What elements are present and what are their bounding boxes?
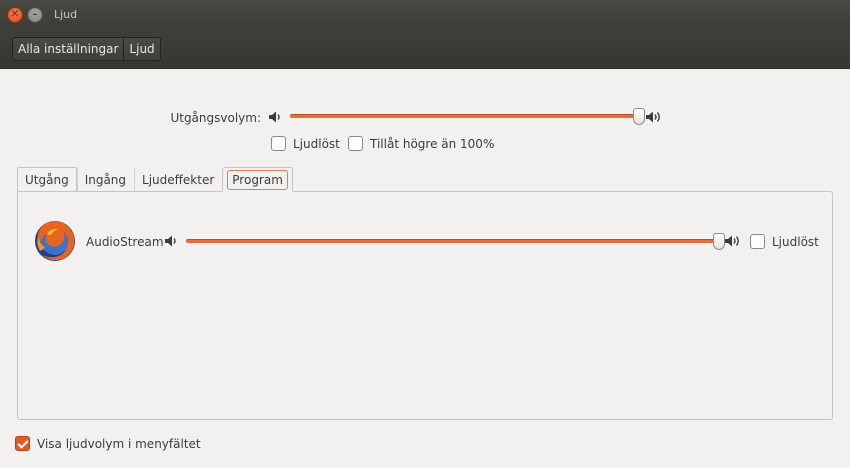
- output-volume-row: Utgångsvolym:: [0, 107, 850, 129]
- tab-input[interactable]: Ingång: [76, 167, 134, 192]
- close-button[interactable]: ✕: [7, 7, 23, 23]
- allow-overamplification-label: Tillåt högre än 100%: [370, 136, 495, 151]
- output-volume-thumb[interactable]: [633, 108, 645, 125]
- application-mute-checkbox[interactable]: [750, 234, 765, 249]
- tab-applications[interactable]: Program: [222, 167, 293, 192]
- window-title: Ljud: [54, 8, 78, 21]
- output-volume-slider[interactable]: [290, 107, 645, 125]
- tab-output[interactable]: Utgång: [17, 167, 77, 192]
- applications-panel: AudioStream Ljudlöst: [17, 191, 833, 420]
- tab-bar: Utgång Ingång Ljudeffekter Program: [17, 167, 293, 192]
- title-bar: ✕ – Ljud: [0, 0, 850, 30]
- output-volume-label: Utgångsvolym:: [170, 111, 261, 125]
- output-mute-label: Ljudlöst: [293, 136, 340, 151]
- allow-overamplification-checkbox[interactable]: [348, 136, 363, 151]
- breadcrumb: Alla inställningar Ljud: [12, 37, 161, 61]
- breadcrumb-sound[interactable]: Ljud: [123, 38, 159, 60]
- show-volume-in-menubar-checkbox[interactable]: [15, 436, 30, 451]
- minimize-icon: –: [32, 9, 38, 20]
- breadcrumb-all-settings[interactable]: Alla inställningar: [13, 38, 123, 60]
- application-volume-fill: [186, 239, 719, 243]
- application-mute-option[interactable]: Ljudlöst: [750, 234, 819, 249]
- toolbar: Alla inställningar Ljud: [0, 30, 850, 69]
- speaker-low-icon: [165, 235, 176, 247]
- show-volume-in-menubar-label: Visa ljudvolym i menyfältet: [37, 436, 201, 451]
- minimize-button[interactable]: –: [27, 7, 43, 23]
- tab-sound-effects[interactable]: Ljudeffekter: [134, 167, 222, 192]
- output-mute-checkbox[interactable]: [271, 136, 286, 151]
- firefox-icon: [35, 221, 75, 261]
- close-icon: ✕: [10, 9, 20, 20]
- allow-overamplification-option[interactable]: Tillåt högre än 100%: [348, 136, 494, 151]
- speaker-high-icon: [646, 111, 660, 123]
- show-volume-in-menubar-option[interactable]: Visa ljudvolym i menyfältet: [15, 436, 201, 451]
- application-name: AudioStream: [86, 235, 164, 249]
- output-volume-fill: [290, 114, 639, 118]
- speaker-low-icon: [269, 111, 280, 123]
- output-mute-option[interactable]: Ljudlöst: [271, 136, 340, 151]
- application-mute-label: Ljudlöst: [772, 234, 819, 249]
- tab-applications-label: Program: [227, 170, 288, 190]
- application-volume-slider[interactable]: [186, 232, 725, 250]
- speaker-high-icon: [725, 235, 739, 247]
